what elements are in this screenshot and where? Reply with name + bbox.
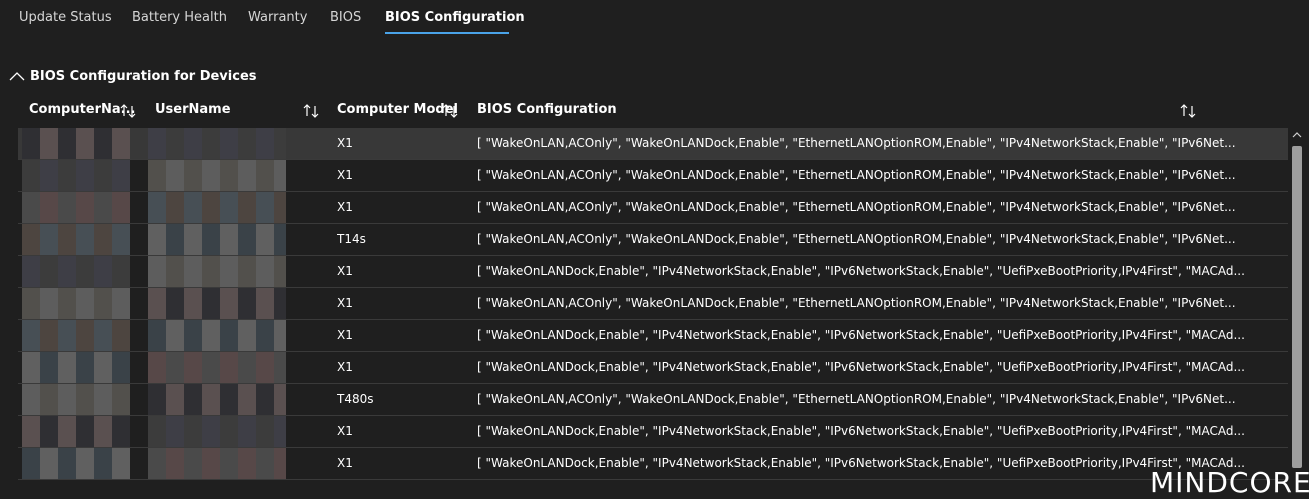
redacted-value bbox=[148, 128, 286, 159]
tab-bios[interactable]: BIOS bbox=[330, 10, 361, 25]
redacted-value bbox=[22, 416, 130, 447]
redacted-value bbox=[148, 416, 286, 447]
sort-icon[interactable] bbox=[441, 102, 459, 120]
redacted-value bbox=[148, 448, 286, 479]
bios-configuration-table: X1 [ "WakeOnLAN,ACOnly", "WakeOnLANDock,E… bbox=[18, 128, 1288, 480]
redacted-value bbox=[22, 352, 130, 383]
redacted-value bbox=[22, 224, 130, 255]
cell-computer-model: X1 bbox=[337, 360, 353, 374]
sort-icon[interactable] bbox=[302, 102, 320, 120]
tab-bios-configuration[interactable]: BIOS Configuration bbox=[385, 10, 525, 25]
cell-computer-model: X1 bbox=[337, 136, 353, 150]
cell-bios-configuration: [ "WakeOnLAN,ACOnly", "WakeOnLANDock,Ena… bbox=[477, 392, 1236, 406]
redacted-value bbox=[148, 320, 286, 351]
redacted-value bbox=[148, 224, 286, 255]
column-header-computer-model[interactable]: Computer Model bbox=[337, 102, 458, 122]
redacted-value bbox=[148, 256, 286, 287]
cell-computer-model: T14s bbox=[337, 232, 366, 246]
scrollbar-thumb[interactable] bbox=[1292, 146, 1302, 468]
column-header-username[interactable]: UserName bbox=[155, 102, 231, 122]
table-row[interactable]: X1 [ "WakeOnLAN,ACOnly", "WakeOnLANDock,E… bbox=[18, 288, 1288, 320]
active-tab-indicator bbox=[385, 32, 509, 34]
tab-battery-health[interactable]: Battery Health bbox=[132, 10, 227, 25]
table-row[interactable]: X1 [ "WakeOnLANDock,Enable", "IPv4Network… bbox=[18, 352, 1288, 384]
redacted-value bbox=[22, 256, 130, 287]
cell-bios-configuration: [ "WakeOnLANDock,Enable", "IPv4NetworkSt… bbox=[477, 360, 1245, 374]
tab-warranty[interactable]: Warranty bbox=[248, 10, 307, 25]
redacted-value bbox=[148, 384, 286, 415]
watermark-logo: MINDCORE bbox=[1150, 466, 1309, 499]
redacted-value bbox=[22, 448, 130, 479]
cell-bios-configuration: [ "WakeOnLAN,ACOnly", "WakeOnLANDock,Ena… bbox=[477, 200, 1236, 214]
cell-computer-model: X1 bbox=[337, 200, 353, 214]
table-row[interactable]: X1 [ "WakeOnLAN,ACOnly", "WakeOnLANDock,E… bbox=[18, 192, 1288, 224]
sort-icon[interactable] bbox=[1179, 102, 1197, 120]
table-row[interactable]: T480s [ "WakeOnLAN,ACOnly", "WakeOnLANDoc… bbox=[18, 384, 1288, 416]
redacted-value bbox=[22, 128, 130, 159]
cell-bios-configuration: [ "WakeOnLAN,ACOnly", "WakeOnLANDock,Ena… bbox=[477, 136, 1236, 150]
cell-bios-configuration: [ "WakeOnLAN,ACOnly", "WakeOnLANDock,Ena… bbox=[477, 296, 1236, 310]
cell-computer-model: X1 bbox=[337, 264, 353, 278]
section-header[interactable]: BIOS Configuration for Devices bbox=[8, 66, 257, 86]
table-row[interactable]: T14s [ "WakeOnLAN,ACOnly", "WakeOnLANDock… bbox=[18, 224, 1288, 256]
redacted-value bbox=[148, 352, 286, 383]
cell-computer-model: X1 bbox=[337, 296, 353, 310]
cell-bios-configuration: [ "WakeOnLAN,ACOnly", "WakeOnLANDock,Ena… bbox=[477, 232, 1236, 246]
cell-bios-configuration: [ "WakeOnLAN,ACOnly", "WakeOnLANDock,Ena… bbox=[477, 168, 1236, 182]
vertical-scrollbar[interactable] bbox=[1289, 128, 1305, 480]
scroll-up-arrow-icon[interactable] bbox=[1292, 130, 1302, 140]
cell-bios-configuration: [ "WakeOnLANDock,Enable", "IPv4NetworkSt… bbox=[477, 424, 1245, 438]
redacted-value bbox=[148, 288, 286, 319]
cell-computer-model: X1 bbox=[337, 168, 353, 182]
redacted-value bbox=[148, 192, 286, 223]
cell-computer-model: X1 bbox=[337, 456, 353, 470]
redacted-value bbox=[22, 320, 130, 351]
chevron-up-icon bbox=[9, 72, 25, 81]
cell-bios-configuration: [ "WakeOnLANDock,Enable", "IPv4NetworkSt… bbox=[477, 328, 1245, 342]
table-row[interactable]: X1 [ "WakeOnLAN,ACOnly", "WakeOnLANDock,E… bbox=[18, 128, 1288, 160]
cell-computer-model: X1 bbox=[337, 424, 353, 438]
tab-update-status[interactable]: Update Status bbox=[19, 10, 112, 25]
redacted-value bbox=[22, 288, 130, 319]
redacted-value bbox=[22, 192, 130, 223]
redacted-value bbox=[22, 384, 130, 415]
table-row[interactable]: X1 [ "WakeOnLANDock,Enable", "IPv4Network… bbox=[18, 416, 1288, 448]
sort-icon[interactable] bbox=[119, 102, 137, 120]
column-header-bios-configuration[interactable]: BIOS Configuration bbox=[477, 102, 617, 122]
table-row[interactable]: X1 [ "WakeOnLANDock,Enable", "IPv4Network… bbox=[18, 256, 1288, 288]
cell-bios-configuration: [ "WakeOnLANDock,Enable", "IPv4NetworkSt… bbox=[477, 456, 1245, 470]
section-title: BIOS Configuration for Devices bbox=[30, 68, 257, 84]
table-row[interactable]: X1 [ "WakeOnLANDock,Enable", "IPv4Network… bbox=[18, 448, 1288, 480]
cell-bios-configuration: [ "WakeOnLANDock,Enable", "IPv4NetworkSt… bbox=[477, 264, 1245, 278]
cell-computer-model: X1 bbox=[337, 328, 353, 342]
cell-computer-model: T480s bbox=[337, 392, 374, 406]
table-row[interactable]: X1 [ "WakeOnLANDock,Enable", "IPv4Network… bbox=[18, 320, 1288, 352]
redacted-value bbox=[22, 160, 130, 191]
table-row[interactable]: X1 [ "WakeOnLAN,ACOnly", "WakeOnLANDock,E… bbox=[18, 160, 1288, 192]
redacted-value bbox=[148, 160, 286, 191]
